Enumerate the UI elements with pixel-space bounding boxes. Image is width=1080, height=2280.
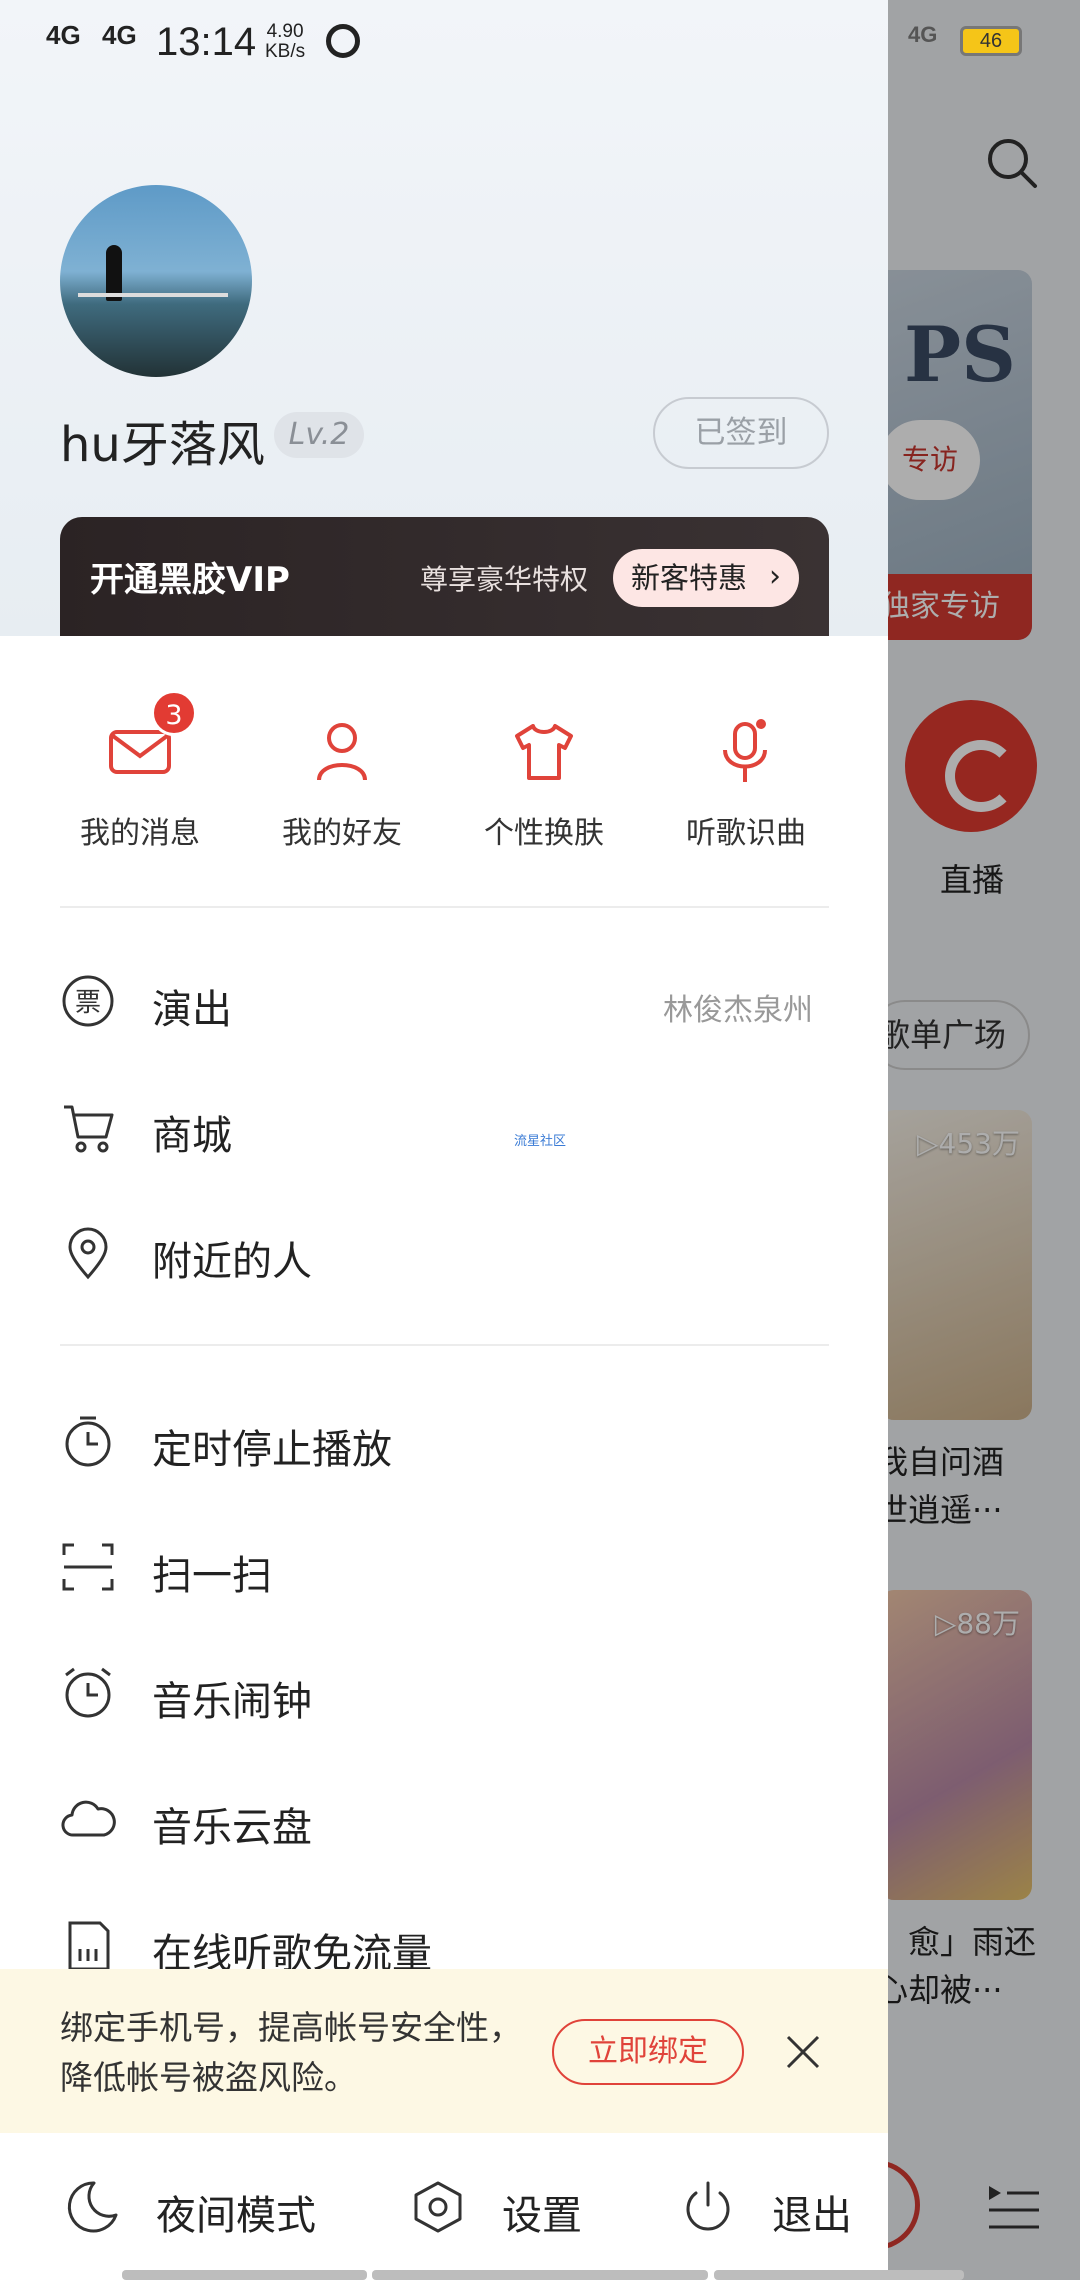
clock: 13:14 bbox=[156, 20, 257, 64]
bind-phone-notice: 绑定手机号，提高帐号安全性，降低帐号被盗风险。 立即绑定 bbox=[0, 1969, 888, 2133]
quick-item-label: 我的好友 bbox=[282, 816, 402, 851]
vip-title: 开通黑胶VIP bbox=[90, 560, 290, 600]
menu-item-sleep-timer[interactable]: 定时停止播放 bbox=[60, 1391, 829, 1491]
timer-icon bbox=[60, 1413, 116, 1469]
quick-item-friends[interactable]: 我的好友 bbox=[242, 716, 442, 852]
settings-button[interactable]: 设置 bbox=[410, 2173, 610, 2243]
ticket-icon: 票 bbox=[60, 973, 116, 1029]
menu-item-shows[interactable]: 票 演出 林俊杰泉州 bbox=[60, 951, 829, 1051]
night-mode-label: 夜间模式 bbox=[156, 2193, 316, 2239]
power-icon bbox=[680, 2179, 736, 2235]
quick-item-label: 个性换肤 bbox=[484, 816, 604, 851]
quick-item-skins[interactable]: 个性换肤 bbox=[444, 716, 644, 852]
svg-text:票: 票 bbox=[75, 988, 101, 1018]
settings-label: 设置 bbox=[502, 2193, 582, 2239]
signal-icon: 4G bbox=[908, 22, 938, 47]
nav-handle bbox=[372, 2270, 708, 2280]
bind-notice-text: 绑定手机号，提高帐号安全性，降低帐号被盗风险。 bbox=[60, 2008, 522, 2097]
menu-item-alarm[interactable]: 音乐闹钟 bbox=[60, 1643, 829, 1743]
avatar[interactable] bbox=[60, 185, 252, 377]
quick-item-label: 听歌识曲 bbox=[686, 816, 806, 851]
divider bbox=[60, 906, 829, 908]
drawer-body: 3 我的消息 我的好友 个性换肤 听歌识曲 票 演出 林俊杰泉州 商城 流星社区… bbox=[0, 636, 888, 2280]
menu-item-label: 演出 bbox=[152, 987, 232, 1033]
menu-item-store[interactable]: 商城 bbox=[60, 1077, 829, 1177]
menu-item-label: 音乐闹钟 bbox=[152, 1679, 312, 1725]
logout-label: 退出 bbox=[772, 2193, 852, 2239]
sim-card-icon bbox=[60, 1917, 116, 1973]
menu-item-extra: 林俊杰泉州 bbox=[663, 993, 813, 1028]
nav-handle bbox=[714, 2270, 964, 2280]
menu-item-label: 商城 bbox=[152, 1113, 232, 1159]
side-drawer: hu牙落风 Lv.2 已签到 开通黑胶VIP 尊享豪华特权 新客特惠 › 3 我… bbox=[0, 0, 888, 2280]
menu-item-scan[interactable]: 扫一扫 bbox=[60, 1517, 829, 1617]
bind-now-button[interactable]: 立即绑定 bbox=[552, 2019, 744, 2085]
battery-icon: 46 bbox=[960, 26, 1022, 56]
close-icon[interactable] bbox=[782, 2031, 824, 2073]
chevron-right-icon: › bbox=[769, 559, 781, 594]
microphone-icon bbox=[711, 716, 781, 786]
signin-button[interactable]: 已签到 bbox=[653, 397, 829, 469]
menu-item-label: 音乐云盘 bbox=[152, 1805, 312, 1851]
mail-icon: 3 bbox=[105, 690, 197, 786]
network-speed: 4.90 KB/s bbox=[265, 21, 306, 62]
menu-item-label: 定时停止播放 bbox=[152, 1427, 392, 1473]
cart-icon bbox=[60, 1099, 116, 1155]
nav-handle bbox=[122, 2270, 367, 2280]
menu-item-label: 扫一扫 bbox=[152, 1553, 272, 1599]
vip-offer-button[interactable]: 新客特惠 › bbox=[613, 549, 799, 607]
status-bar: 4G 4G 13:14 4.90 KB/s 4G 46 bbox=[0, 0, 1080, 86]
username[interactable]: hu牙落风 bbox=[60, 405, 265, 475]
cloud-icon bbox=[60, 1791, 116, 1847]
scan-icon bbox=[60, 1539, 116, 1595]
message-count-badge: 3 bbox=[151, 690, 197, 736]
menu-item-nearby[interactable]: 附近的人 bbox=[60, 1203, 829, 1303]
quick-item-messages[interactable]: 3 我的消息 bbox=[40, 690, 240, 852]
quick-item-song-recognition[interactable]: 听歌识曲 bbox=[646, 716, 846, 852]
quick-actions: 3 我的消息 我的好友 个性换肤 听歌识曲 bbox=[0, 636, 888, 906]
menu-item-cloud-drive[interactable]: 音乐云盘 bbox=[60, 1769, 829, 1869]
tshirt-icon bbox=[509, 716, 579, 786]
drawer-header: hu牙落风 Lv.2 已签到 开通黑胶VIP 尊享豪华特权 新客特惠 › bbox=[0, 0, 888, 637]
watermark-text: 流星社区 bbox=[514, 1134, 567, 1149]
night-mode-button[interactable]: 夜间模式 bbox=[64, 2173, 324, 2243]
person-icon bbox=[307, 716, 377, 786]
divider bbox=[60, 1344, 829, 1346]
vip-banner[interactable]: 开通黑胶VIP 尊享豪华特权 新客特惠 › bbox=[60, 517, 829, 637]
quick-item-label: 我的消息 bbox=[80, 816, 200, 851]
app-notification-icon bbox=[326, 24, 360, 58]
logout-button[interactable]: 退出 bbox=[680, 2173, 880, 2243]
signal-icon: 4G bbox=[46, 20, 81, 50]
moon-icon bbox=[64, 2179, 120, 2235]
level-badge: Lv.2 bbox=[274, 412, 364, 458]
drawer-bottom-bar: 夜间模式 设置 退出 bbox=[0, 2133, 888, 2280]
settings-hexagon-icon bbox=[410, 2179, 466, 2235]
alarm-clock-icon bbox=[60, 1665, 116, 1721]
vip-description: 尊享豪华特权 bbox=[420, 563, 589, 596]
location-pin-icon bbox=[60, 1225, 116, 1281]
vip-offer-label: 新客特惠 bbox=[631, 561, 748, 595]
signal-icon: 4G bbox=[102, 20, 137, 50]
menu-item-label: 附近的人 bbox=[152, 1239, 312, 1285]
